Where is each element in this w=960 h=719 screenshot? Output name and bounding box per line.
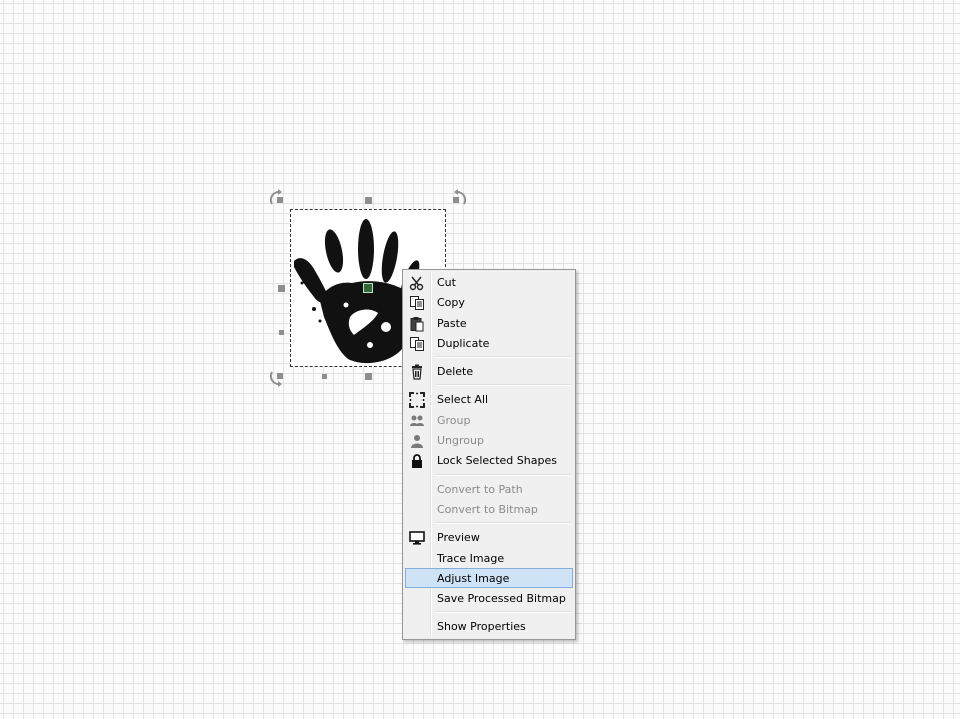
resize-handle-left[interactable]: [278, 285, 285, 292]
select-all-icon: [409, 392, 425, 409]
menu-item-save-processed-bitmap[interactable]: Save Processed Bitmap: [405, 588, 573, 608]
rotate-handle-bottom-left[interactable]: [268, 368, 288, 388]
skew-handle-bottom[interactable]: [322, 374, 327, 379]
menu-separator: [435, 473, 571, 476]
menu-item-trace-image[interactable]: Trace Image: [405, 548, 573, 568]
menu-item-show-properties[interactable]: Show Properties: [405, 616, 573, 636]
menu-separator: [435, 611, 571, 614]
monitor-icon: [409, 530, 425, 546]
menu-item-cut[interactable]: Cut: [405, 272, 573, 292]
group-icon: [409, 413, 425, 429]
menu-separator: [435, 384, 571, 387]
anchor-node-handle[interactable]: [363, 283, 373, 293]
resize-handle-bottom[interactable]: [365, 373, 372, 380]
rotate-icon: [269, 189, 283, 205]
menu-item-lock-selected-shapes[interactable]: Lock Selected Shapes: [405, 450, 573, 470]
rotate-icon: [453, 189, 467, 205]
scissors-icon: [409, 275, 425, 291]
lock-icon: [409, 453, 425, 469]
menu-item-delete[interactable]: Delete: [405, 361, 573, 381]
menu-item-select-all[interactable]: Select All: [405, 389, 573, 409]
menu-item-group[interactable]: Group: [405, 410, 573, 430]
skew-handle-left[interactable]: [279, 330, 284, 335]
menu-item-copy[interactable]: Copy: [405, 292, 573, 312]
resize-handle-top[interactable]: [365, 197, 372, 204]
duplicate-icon: [409, 336, 425, 352]
design-canvas[interactable]: Cut Copy Paste Duplicate Delete Select A…: [0, 0, 960, 719]
context-menu: Cut Copy Paste Duplicate Delete Select A…: [402, 269, 576, 640]
paste-icon: [409, 316, 425, 332]
rotate-handle-top-right[interactable]: [448, 188, 468, 208]
rotate-icon: [269, 371, 283, 387]
menu-item-convert-to-bitmap[interactable]: Convert to Bitmap: [405, 499, 573, 519]
trash-icon: [409, 364, 425, 380]
menu-item-ungroup[interactable]: Ungroup: [405, 430, 573, 450]
menu-item-convert-to-path[interactable]: Convert to Path: [405, 479, 573, 499]
menu-item-duplicate[interactable]: Duplicate: [405, 333, 573, 353]
ungroup-icon: [409, 433, 425, 449]
menu-item-adjust-image[interactable]: Adjust Image: [405, 567, 573, 589]
menu-item-preview[interactable]: Preview: [405, 527, 573, 547]
copy-icon: [409, 295, 425, 311]
menu-item-paste[interactable]: Paste: [405, 313, 573, 333]
rotate-handle-top-left[interactable]: [268, 188, 288, 208]
menu-separator: [435, 522, 571, 525]
menu-separator: [435, 356, 571, 359]
